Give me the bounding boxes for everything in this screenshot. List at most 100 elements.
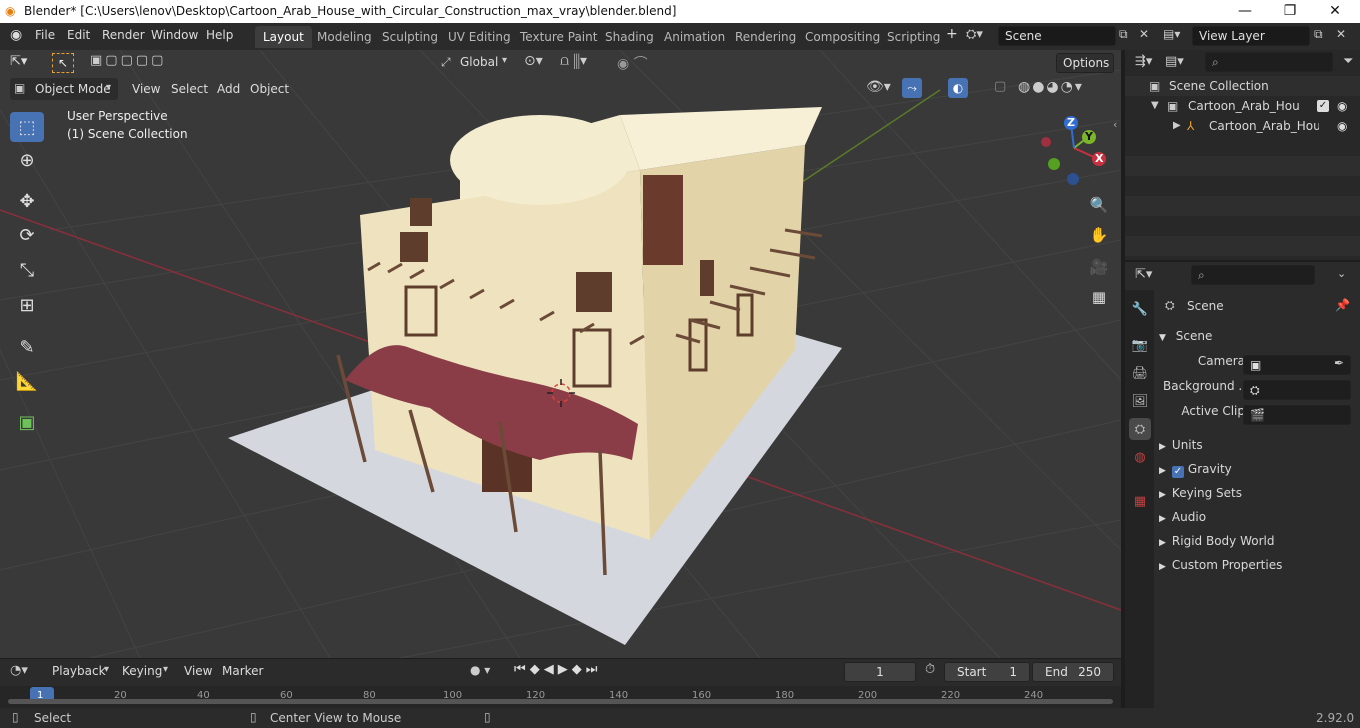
- collapse-sidebar-icon[interactable]: ‹: [1113, 118, 1117, 131]
- menu-render[interactable]: Render: [102, 28, 145, 42]
- tool-move[interactable]: ✥: [10, 186, 44, 216]
- panel-audio[interactable]: ▶ Audio: [1159, 506, 1360, 528]
- gizmo-toggle-icon[interactable]: ⤳: [902, 78, 922, 98]
- add-workspace-button[interactable]: +: [946, 26, 958, 42]
- new-scene-icon[interactable]: ⧉: [1119, 27, 1128, 42]
- zoom-button[interactable]: 🔍: [1086, 192, 1112, 218]
- playback-controls-icon[interactable]: ⏮◆◀▶◆⏭: [514, 662, 601, 677]
- tool-cursor[interactable]: ⊕: [10, 145, 44, 175]
- record-icon[interactable]: ● ▾: [470, 663, 490, 677]
- eyedropper-icon[interactable]: ✒: [1334, 356, 1344, 370]
- remove-view-layer-icon[interactable]: ✕: [1336, 27, 1346, 41]
- tool-measure[interactable]: 📐: [10, 366, 44, 396]
- ortho-toggle-button[interactable]: ▦: [1086, 284, 1112, 310]
- gizmo-z-label[interactable]: Z: [1067, 116, 1075, 129]
- visibility-icon[interactable]: 👁▾: [866, 79, 891, 95]
- tab-scene[interactable]: ⛭: [1129, 418, 1151, 440]
- panel-units[interactable]: ▶ Units: [1159, 434, 1360, 456]
- tab-tool[interactable]: 🔧: [1129, 298, 1151, 320]
- overlay-toggle-icon[interactable]: ◐: [948, 78, 968, 98]
- outliner[interactable]: ⇶▾ ▤▾ ⌕ ⏷ ▣ Scene Collection ▼ ▣ Cartoon…: [1125, 50, 1360, 260]
- properties-editor[interactable]: ⇱▾ ⌕ ⌄ 🔧 📷 🖨 🖼 ⛭ ◍ ▦ ⛭ Scene 📌 ▼ Scene C…: [1125, 262, 1360, 708]
- tab-uv-editing[interactable]: UV Editing: [440, 26, 519, 48]
- outliner-search-input[interactable]: ⌕: [1205, 52, 1333, 72]
- timeline[interactable]: ◔▾ Playback ▾ Keying ▾ View Marker ● ▾ ⏮…: [0, 659, 1121, 708]
- pin-icon[interactable]: 📌: [1335, 298, 1350, 312]
- maximize-button[interactable]: ❐: [1267, 0, 1313, 23]
- display-mode-icon[interactable]: ▤▾: [1165, 54, 1184, 69]
- tab-layout[interactable]: Layout: [255, 26, 312, 48]
- options-button[interactable]: Options: [1056, 53, 1114, 73]
- tool-add-cube[interactable]: ▣: [10, 407, 44, 437]
- view-layer-field[interactable]: View Layer: [1192, 26, 1310, 46]
- timeline-scrollbar[interactable]: [8, 699, 1113, 704]
- scene-field[interactable]: Scene: [998, 26, 1116, 46]
- active-clip-field[interactable]: 🎬: [1243, 405, 1351, 425]
- background-field[interactable]: ⛭: [1243, 380, 1351, 400]
- editor-type-icon[interactable]: ⇱▾: [10, 54, 27, 69]
- keying-menu[interactable]: Keying: [118, 660, 166, 682]
- gizmo-x-label[interactable]: X: [1095, 152, 1103, 165]
- tab-compositing[interactable]: Compositing: [797, 26, 888, 48]
- tab-modeling[interactable]: Modeling: [309, 26, 380, 48]
- remove-scene-icon[interactable]: ✕: [1139, 27, 1149, 41]
- gravity-checkbox[interactable]: ✓: [1171, 466, 1184, 478]
- eye-icon[interactable]: ◉: [1337, 96, 1347, 116]
- properties-editor-icon[interactable]: ⇱▾: [1135, 267, 1152, 282]
- tool-annotate[interactable]: ✎: [10, 332, 44, 362]
- close-window-button[interactable]: ✕: [1312, 0, 1358, 23]
- gizmo-y-label[interactable]: Y: [1085, 130, 1093, 143]
- menu-add[interactable]: Add: [213, 78, 244, 100]
- menu-file[interactable]: File: [35, 28, 55, 42]
- menu-view[interactable]: View: [128, 78, 164, 100]
- expand-arrow-icon[interactable]: ▶: [1173, 116, 1181, 136]
- end-frame-field[interactable]: End 250: [1032, 662, 1114, 682]
- 3d-viewport[interactable]: X Y Z ⇱▾ ↖ ▣▢▢▢▢ ⤢ Global ▾ ⊙▾ ⩍ ⫼▾ ◉ ⌒ …: [0, 50, 1121, 658]
- view-layer-icon[interactable]: ▤▾: [1163, 27, 1180, 41]
- blender-menu-icon[interactable]: ◉: [10, 27, 22, 43]
- tab-sculpting[interactable]: Sculpting: [374, 26, 446, 48]
- tab-shading[interactable]: Shading: [597, 26, 662, 48]
- mode-select[interactable]: Object Mode: [31, 78, 115, 100]
- tab-render[interactable]: 📷: [1129, 334, 1151, 356]
- xray-icon[interactable]: ▢: [994, 79, 1006, 94]
- timeline-editor-icon[interactable]: ◔▾: [10, 663, 28, 678]
- tab-world[interactable]: ◍: [1129, 446, 1151, 468]
- minimize-button[interactable]: —: [1222, 0, 1268, 23]
- chevron-down-icon[interactable]: ⌄: [1337, 267, 1346, 280]
- menu-select[interactable]: Select: [167, 78, 212, 100]
- playback-menu[interactable]: Playback: [48, 660, 110, 682]
- tool-select-box[interactable]: ⬚: [10, 112, 44, 142]
- tool-scale[interactable]: ⤡: [10, 255, 44, 285]
- scene-icon[interactable]: ⛭▾: [966, 27, 983, 42]
- snap-icon[interactable]: ⩍ ⫼▾: [560, 53, 587, 69]
- shading-mode-icons[interactable]: ◍●◕◔▾: [1018, 79, 1084, 95]
- panel-scene-header[interactable]: ▼ Scene: [1159, 325, 1360, 347]
- marker-menu[interactable]: Marker: [218, 660, 267, 682]
- menu-object[interactable]: Object: [246, 78, 293, 100]
- properties-search-input[interactable]: ⌕: [1191, 265, 1315, 285]
- collection-checkbox[interactable]: ✓: [1317, 100, 1329, 112]
- outliner-row-object[interactable]: ▶ ⅄ Cartoon_Arab_House ◉: [1125, 116, 1360, 136]
- tab-texture[interactable]: ▦: [1129, 490, 1151, 512]
- tab-rendering[interactable]: Rendering: [727, 26, 804, 48]
- camera-view-button[interactable]: 🎥: [1086, 254, 1112, 280]
- timeline-view-menu[interactable]: View: [180, 660, 216, 682]
- selection-mode-icons[interactable]: ▣▢▢▢▢: [90, 53, 180, 73]
- transform-orientation-select[interactable]: Global: [456, 51, 502, 73]
- tab-scripting[interactable]: Scripting: [879, 26, 948, 48]
- tool-rotate[interactable]: ⟳: [10, 220, 44, 250]
- menu-help[interactable]: Help: [206, 28, 233, 42]
- panel-keying-sets[interactable]: ▶ Keying Sets: [1159, 482, 1360, 504]
- outliner-editor-icon[interactable]: ⇶▾: [1135, 54, 1152, 69]
- outliner-row-collection[interactable]: ▼ ▣ Cartoon_Arab_House_wit ✓ ◉: [1125, 96, 1360, 116]
- start-frame-field[interactable]: Start 1: [944, 662, 1030, 682]
- panel-custom-properties[interactable]: ▶ Custom Properties: [1159, 554, 1360, 576]
- menu-edit[interactable]: Edit: [67, 28, 90, 42]
- tab-texture-paint[interactable]: Texture Paint: [512, 26, 605, 48]
- proportional-edit-icon[interactable]: ◉ ⌒: [617, 53, 648, 73]
- tab-animation[interactable]: Animation: [656, 26, 733, 48]
- expand-arrow-icon[interactable]: ▼: [1151, 96, 1159, 116]
- menu-window[interactable]: Window: [151, 28, 198, 42]
- filter-icon[interactable]: ⏷: [1343, 54, 1353, 69]
